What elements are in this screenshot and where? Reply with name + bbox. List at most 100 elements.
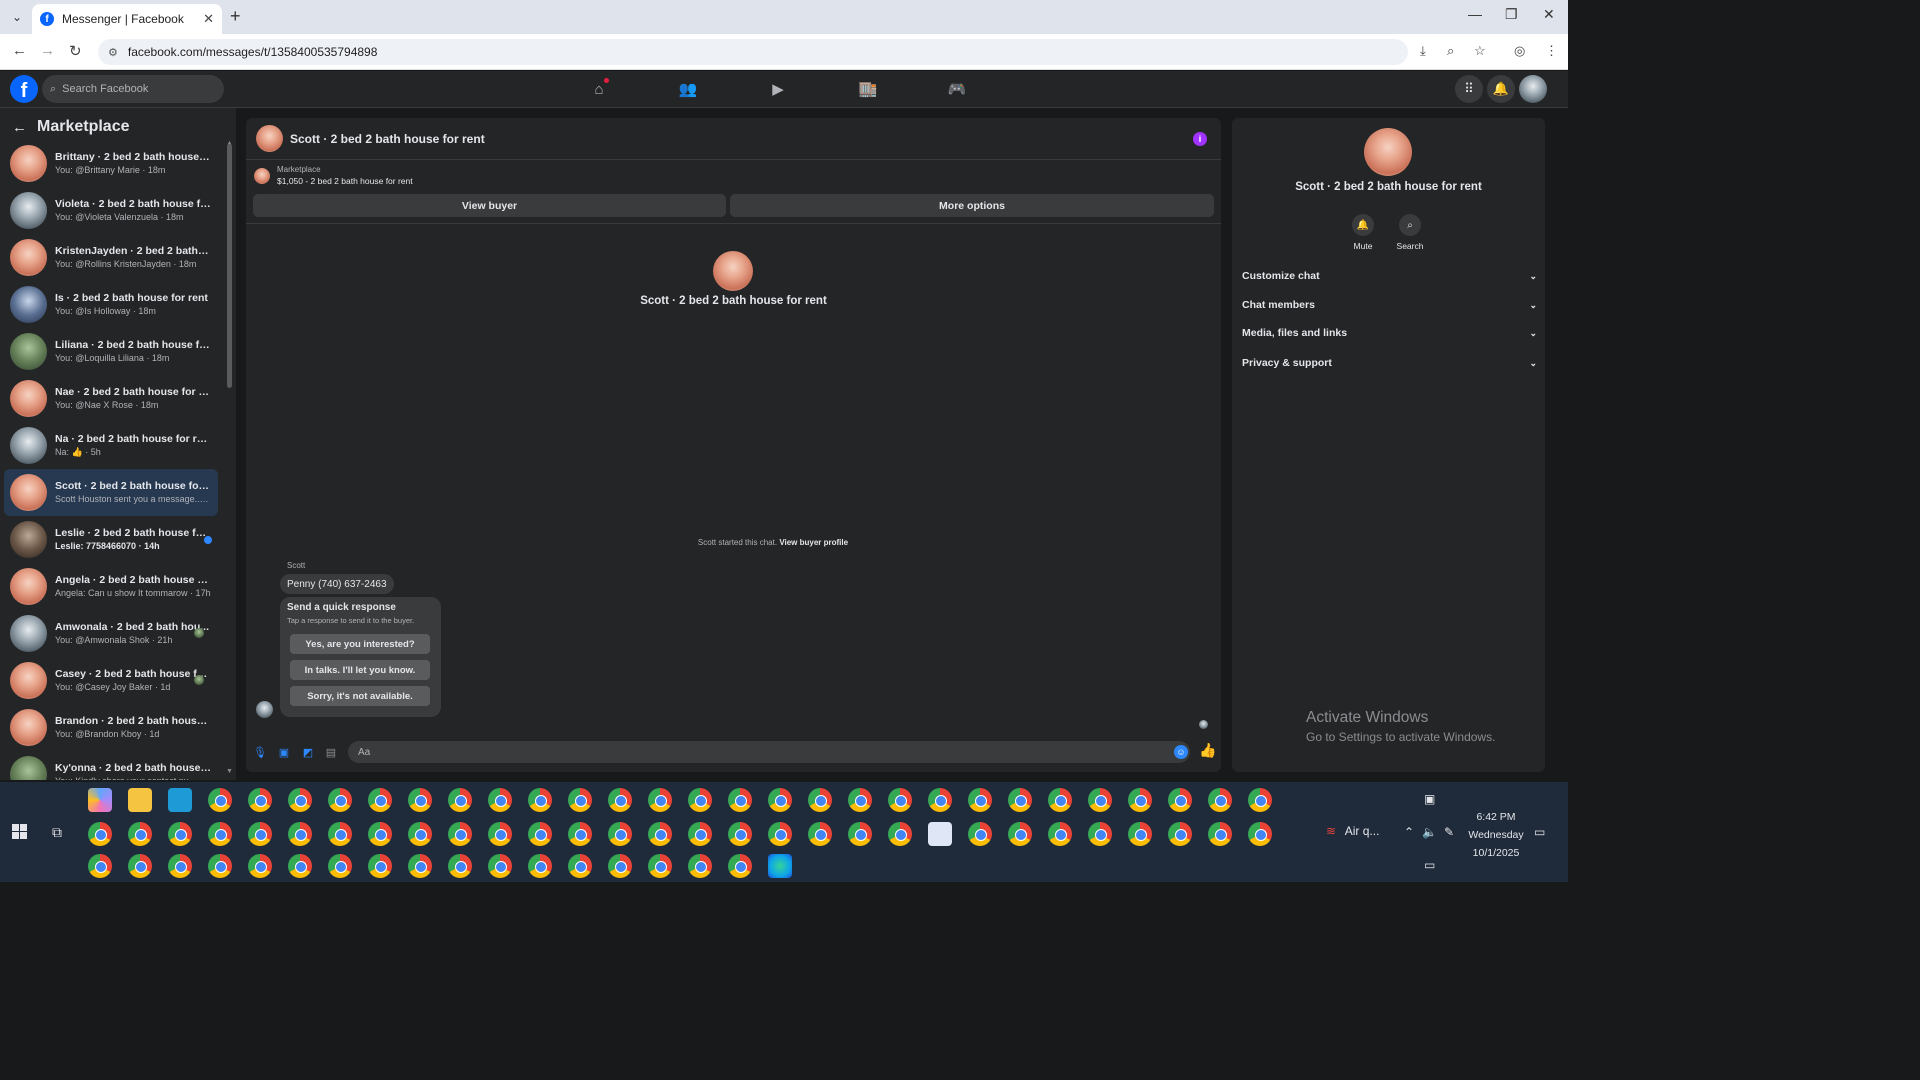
home-icon[interactable]: ⌂ [588,78,610,100]
marketplace-icon[interactable]: 🏬 [857,78,879,100]
chrome-taskbar-icon[interactable] [648,822,672,846]
chrome-taskbar-icon[interactable] [328,822,352,846]
chrome-taskbar-icon[interactable] [488,854,512,878]
chrome-taskbar-icon[interactable] [728,822,752,846]
chrome-taskbar-icon[interactable] [968,788,992,812]
tab-search-chevron-icon[interactable]: ⌄ [8,8,26,26]
chrome-taskbar-icon[interactable] [1008,788,1032,812]
desktop-icon[interactable]: ▭ [1424,858,1435,872]
conversation-item[interactable]: Brandon · 2 bed 2 bath house f... You: @B… [4,704,218,751]
chrome-taskbar-icon[interactable] [1168,788,1192,812]
file-explorer-icon[interactable] [128,788,152,812]
chrome-taskbar-icon[interactable] [688,854,712,878]
chrome-taskbar-icon[interactable] [1048,822,1072,846]
chrome-taskbar-icon[interactable] [288,788,312,812]
conversation-item[interactable]: Na · 2 bed 2 bath house for rent Na: 👍 · … [4,422,218,469]
browser-menu-icon[interactable]: ⋮ [1545,43,1558,59]
chrome-taskbar-icon[interactable] [648,854,672,878]
view-buyer-profile-link[interactable]: View buyer profile [779,538,848,547]
conversation-item[interactable]: Liliana · 2 bed 2 bath house for ... You:… [4,328,218,375]
new-tab-icon[interactable]: + [230,6,241,27]
chrome-taskbar-icon[interactable] [328,788,352,812]
show-hidden-icons-icon[interactable]: ⌃ [1404,825,1414,839]
chrome-taskbar-icon[interactable] [1248,788,1272,812]
info-icon[interactable]: i [1193,132,1207,146]
profile-icon[interactable]: ◎ [1514,43,1525,59]
notifications-center-icon[interactable]: ▭ [1534,825,1545,839]
mute-bell-icon[interactable]: 🔔 [1352,214,1374,236]
chrome-taskbar-icon[interactable] [568,854,592,878]
app-icon[interactable] [168,788,192,812]
chrome-taskbar-icon[interactable] [368,822,392,846]
chrome-taskbar-icon[interactable] [408,822,432,846]
chrome-taskbar-icon[interactable] [688,788,712,812]
chat-title[interactable]: Scott · 2 bed 2 bath house for rent [290,132,485,146]
conversation-item[interactable]: Is · 2 bed 2 bath house for rent You: @Is… [4,281,218,328]
chrome-taskbar-icon[interactable] [1168,822,1192,846]
close-tab-icon[interactable]: ✕ [203,11,214,27]
chrome-taskbar-icon[interactable] [208,854,232,878]
bookmark-star-icon[interactable]: ☆ [1474,43,1486,59]
media-files-links-section[interactable]: Media, files and links ⌄ [1242,323,1537,343]
url-input[interactable]: ⚙ facebook.com/messages/t/13584005357948… [98,39,1408,65]
taskbar-app-icon[interactable] [768,854,792,878]
notifications-bell-icon[interactable]: 🔔 [1487,75,1515,103]
chrome-taskbar-icon[interactable] [848,822,872,846]
quick-reply-interested-button[interactable]: Yes, are you interested? [290,634,430,654]
chrome-taskbar-icon[interactable] [528,788,552,812]
conversation-item[interactable]: Leslie · 2 bed 2 bath house for... Leslie… [4,516,218,563]
facebook-logo-icon[interactable]: f [10,75,38,103]
chrome-taskbar-icon[interactable] [248,822,272,846]
windows-start-icon[interactable] [12,824,27,839]
chrome-taskbar-icon[interactable] [568,822,592,846]
chrome-taskbar-icon[interactable] [768,822,792,846]
reload-icon[interactable]: ↻ [69,42,82,60]
sender-avatar[interactable] [256,701,273,718]
pen-icon[interactable]: ✎ [1444,825,1454,839]
gaming-icon[interactable]: 🎮 [946,78,968,100]
chrome-taskbar-icon[interactable] [768,788,792,812]
conversation-item[interactable]: KristenJayden · 2 bed 2 bath ho... You: @… [4,234,218,281]
chrome-taskbar-icon[interactable] [88,854,112,878]
sticker-icon[interactable]: ◩ [301,745,315,759]
chrome-taskbar-icon[interactable] [328,854,352,878]
menu-grid-icon[interactable]: ⠿ [1455,75,1483,103]
conversation-item[interactable]: Violeta · 2 bed 2 bath house for... You: … [4,187,218,234]
forward-icon[interactable]: → [40,42,55,59]
chrome-taskbar-icon[interactable] [368,788,392,812]
chrome-taskbar-icon[interactable] [488,788,512,812]
chrome-taskbar-icon[interactable] [408,854,432,878]
listing-summary[interactable]: Marketplace $1,050 - 2 bed 2 bath house … [254,164,413,187]
chrome-taskbar-icon[interactable] [248,788,272,812]
chrome-taskbar-icon[interactable] [288,822,312,846]
photo-icon[interactable]: ▣ [277,745,291,759]
search-action[interactable]: ⌕ Search [1390,214,1430,251]
chrome-taskbar-icon[interactable] [88,822,112,846]
search-icon[interactable]: ⌕ [1399,214,1421,236]
scroll-down-icon[interactable]: ▼ [226,768,233,775]
chrome-taskbar-icon[interactable] [208,822,232,846]
chrome-taskbar-icon[interactable] [448,788,472,812]
chrome-taskbar-icon[interactable] [1128,788,1152,812]
chrome-taskbar-icon[interactable] [168,822,192,846]
restore-icon[interactable]: ❐ [1505,6,1518,23]
chrome-taskbar-icon[interactable] [288,854,312,878]
conversation-item[interactable]: Ky'onna · 2 bed 2 bath house fo...You: K… [4,751,218,780]
chrome-taskbar-icon[interactable] [208,788,232,812]
chrome-taskbar-icon[interactable] [1208,788,1232,812]
chrome-taskbar-icon[interactable] [928,788,952,812]
chrome-taskbar-icon[interactable] [608,854,632,878]
chrome-taskbar-icon[interactable] [888,788,912,812]
gif-icon[interactable]: ▤ [324,745,338,759]
view-buyer-button[interactable]: View buyer [253,194,726,217]
privacy-support-section[interactable]: Privacy & support ⌄ [1242,353,1537,373]
meet-now-icon[interactable]: ▣ [1424,792,1435,806]
page-scrollbar[interactable] [1556,108,1568,780]
conversation-item[interactable]: Amwonala · 2 bed 2 bath hou... You: @Amwo… [4,610,218,657]
chrome-taskbar-icon[interactable] [168,854,192,878]
conversation-item[interactable]: Angela · 2 bed 2 bath house for... Angela… [4,563,218,610]
volume-icon[interactable]: 🔈 [1422,825,1437,839]
chrome-taskbar-icon[interactable] [608,788,632,812]
chrome-taskbar-icon[interactable] [368,854,392,878]
conversation-item[interactable]: Scott · 2 bed 2 bath house for r... Scott… [4,469,218,516]
